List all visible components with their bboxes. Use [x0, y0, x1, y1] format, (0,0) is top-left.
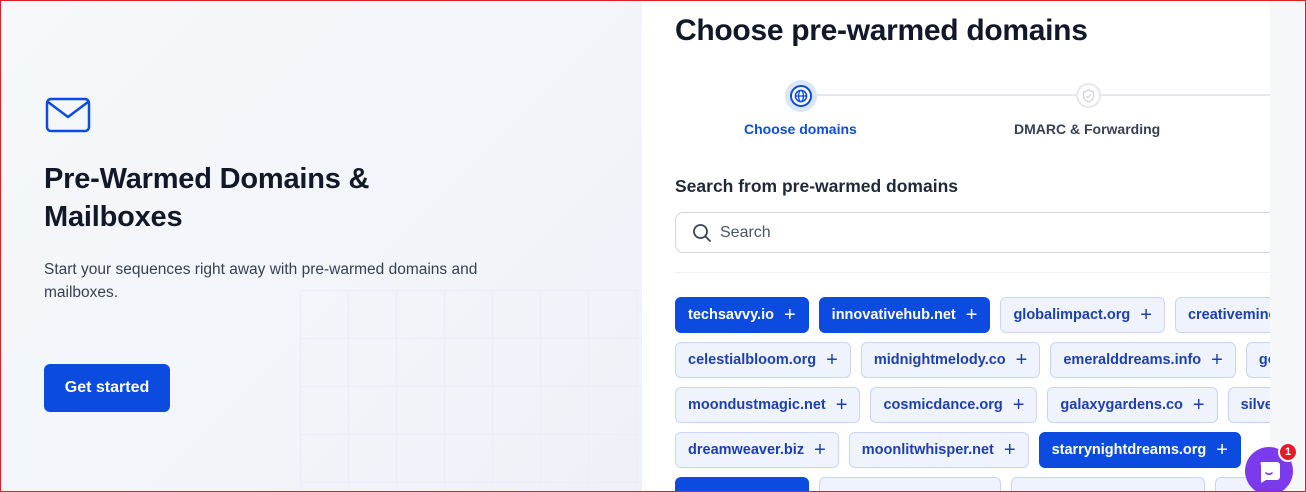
plus-icon: +: [835, 394, 848, 416]
mail-icon: [45, 97, 91, 133]
domain-chip[interactable]: techsavvy.io +: [675, 297, 809, 333]
domain-chip[interactable]: globalimpact.org +: [1000, 297, 1165, 333]
domain-chip-label: dreamweaver.biz: [688, 442, 805, 458]
domain-chip-label: globalimpact.org: [1013, 307, 1131, 323]
stepper-connector: [817, 94, 1076, 96]
plus-icon: +: [783, 304, 796, 326]
domain-chip-label: moonlitwhisper.net: [861, 442, 994, 458]
chip-row: moondustmagic.net + cosmicdance.org + gala…: [675, 387, 1270, 423]
domain-chip[interactable]: silver+: [1227, 387, 1270, 423]
plus-icon: +: [1192, 394, 1205, 416]
domain-chip-partial[interactable]: [819, 477, 1001, 492]
search-field[interactable]: [675, 212, 1270, 253]
stepper-connector: [1101, 94, 1270, 96]
plus-icon: +: [1003, 439, 1016, 461]
background-grid: [300, 290, 642, 492]
divider: [675, 272, 1270, 273]
domain-chip[interactable]: midnightmelody.co +: [860, 342, 1041, 378]
domain-chip-label: starrynightdreams.org: [1051, 442, 1207, 458]
plus-icon: +: [1211, 349, 1223, 371]
step-dmarc-forwarding[interactable]: [1076, 83, 1101, 108]
shield-icon: [1082, 88, 1095, 103]
chip-row: celestialbloom.org + midnightmelody.co + e…: [675, 342, 1270, 378]
scroll-edge: [1270, 0, 1306, 492]
plus-icon: +: [1216, 439, 1228, 461]
domain-chip-label: techsavvy.io: [688, 307, 774, 323]
domain-picker-panel: Choose pre-warmed domains Choose domains…: [642, 0, 1270, 492]
domain-chip-label: celestialbloom.org: [688, 352, 817, 368]
step-label-choose-domains[interactable]: Choose domains: [744, 121, 857, 137]
domain-chip[interactable]: creativeminc+: [1174, 297, 1270, 333]
plus-icon: +: [965, 304, 978, 326]
domain-chip-label: moondustmagic.net: [688, 397, 826, 413]
search-input[interactable]: [720, 223, 1260, 242]
page-title: Choose pre-warmed domains: [675, 14, 1088, 47]
domain-chip[interactable]: moondustmagic.net +: [675, 387, 861, 423]
chat-icon: [1260, 462, 1280, 483]
domain-chip-label: go: [1258, 352, 1270, 368]
get-started-button[interactable]: Get started: [44, 364, 170, 412]
plus-icon: +: [1015, 349, 1028, 371]
search-icon: [693, 223, 711, 242]
chip-row-partial: [675, 477, 1270, 492]
domain-chip-label: galaxygardens.co: [1060, 397, 1183, 413]
hero-title: Pre-Warmed Domains & Mailboxes: [44, 163, 370, 233]
domain-chip[interactable]: moonlitwhisper.net +: [848, 432, 1029, 468]
notification-badge: 1: [1278, 442, 1298, 462]
plus-icon: +: [814, 439, 826, 461]
domain-chip[interactable]: starrynightdreams.org +: [1038, 432, 1241, 468]
domain-chip-label: innovativehub.net: [831, 307, 956, 323]
plus-icon: +: [826, 349, 838, 371]
domain-chip[interactable]: go+: [1245, 342, 1270, 378]
hero-subtitle: Start your sequences right away with pre…: [44, 261, 478, 301]
domain-chip-label: silver: [1240, 397, 1270, 413]
domain-chip[interactable]: celestialbloom.org +: [675, 342, 851, 378]
chip-row: dreamweaver.biz + moonlitwhisper.net + sta…: [675, 432, 1241, 468]
step-label-dmarc-forwarding[interactable]: DMARC & Forwarding: [1014, 121, 1160, 137]
domain-chip-label: emeralddreams.info: [1063, 352, 1202, 368]
domain-chip[interactable]: emeralddreams.info +: [1050, 342, 1236, 378]
search-section-title: Search from pre-warmed domains: [675, 176, 958, 196]
domain-chip-partial[interactable]: [1011, 477, 1205, 492]
domain-chip-label: cosmicdance.org: [883, 397, 1003, 413]
domain-chip[interactable]: galaxygardens.co +: [1047, 387, 1218, 423]
domain-chip-partial[interactable]: [675, 477, 809, 492]
chip-row: techsavvy.io + innovativehub.net + globali…: [675, 297, 1270, 333]
domain-chip[interactable]: innovativehub.net +: [818, 297, 991, 333]
domain-chip-label: creativeminc: [1187, 307, 1270, 323]
plus-icon: +: [1140, 304, 1152, 326]
step-choose-domains[interactable]: [785, 80, 817, 112]
domain-chip-label: midnightmelody.co: [873, 352, 1006, 368]
plus-icon: +: [1012, 394, 1025, 416]
hero-panel: Pre-Warmed Domains & Mailboxes Start you…: [0, 0, 642, 492]
domain-chip[interactable]: cosmicdance.org +: [870, 387, 1038, 423]
domain-chip[interactable]: dreamweaver.biz +: [675, 432, 839, 468]
globe-icon: [794, 89, 808, 103]
